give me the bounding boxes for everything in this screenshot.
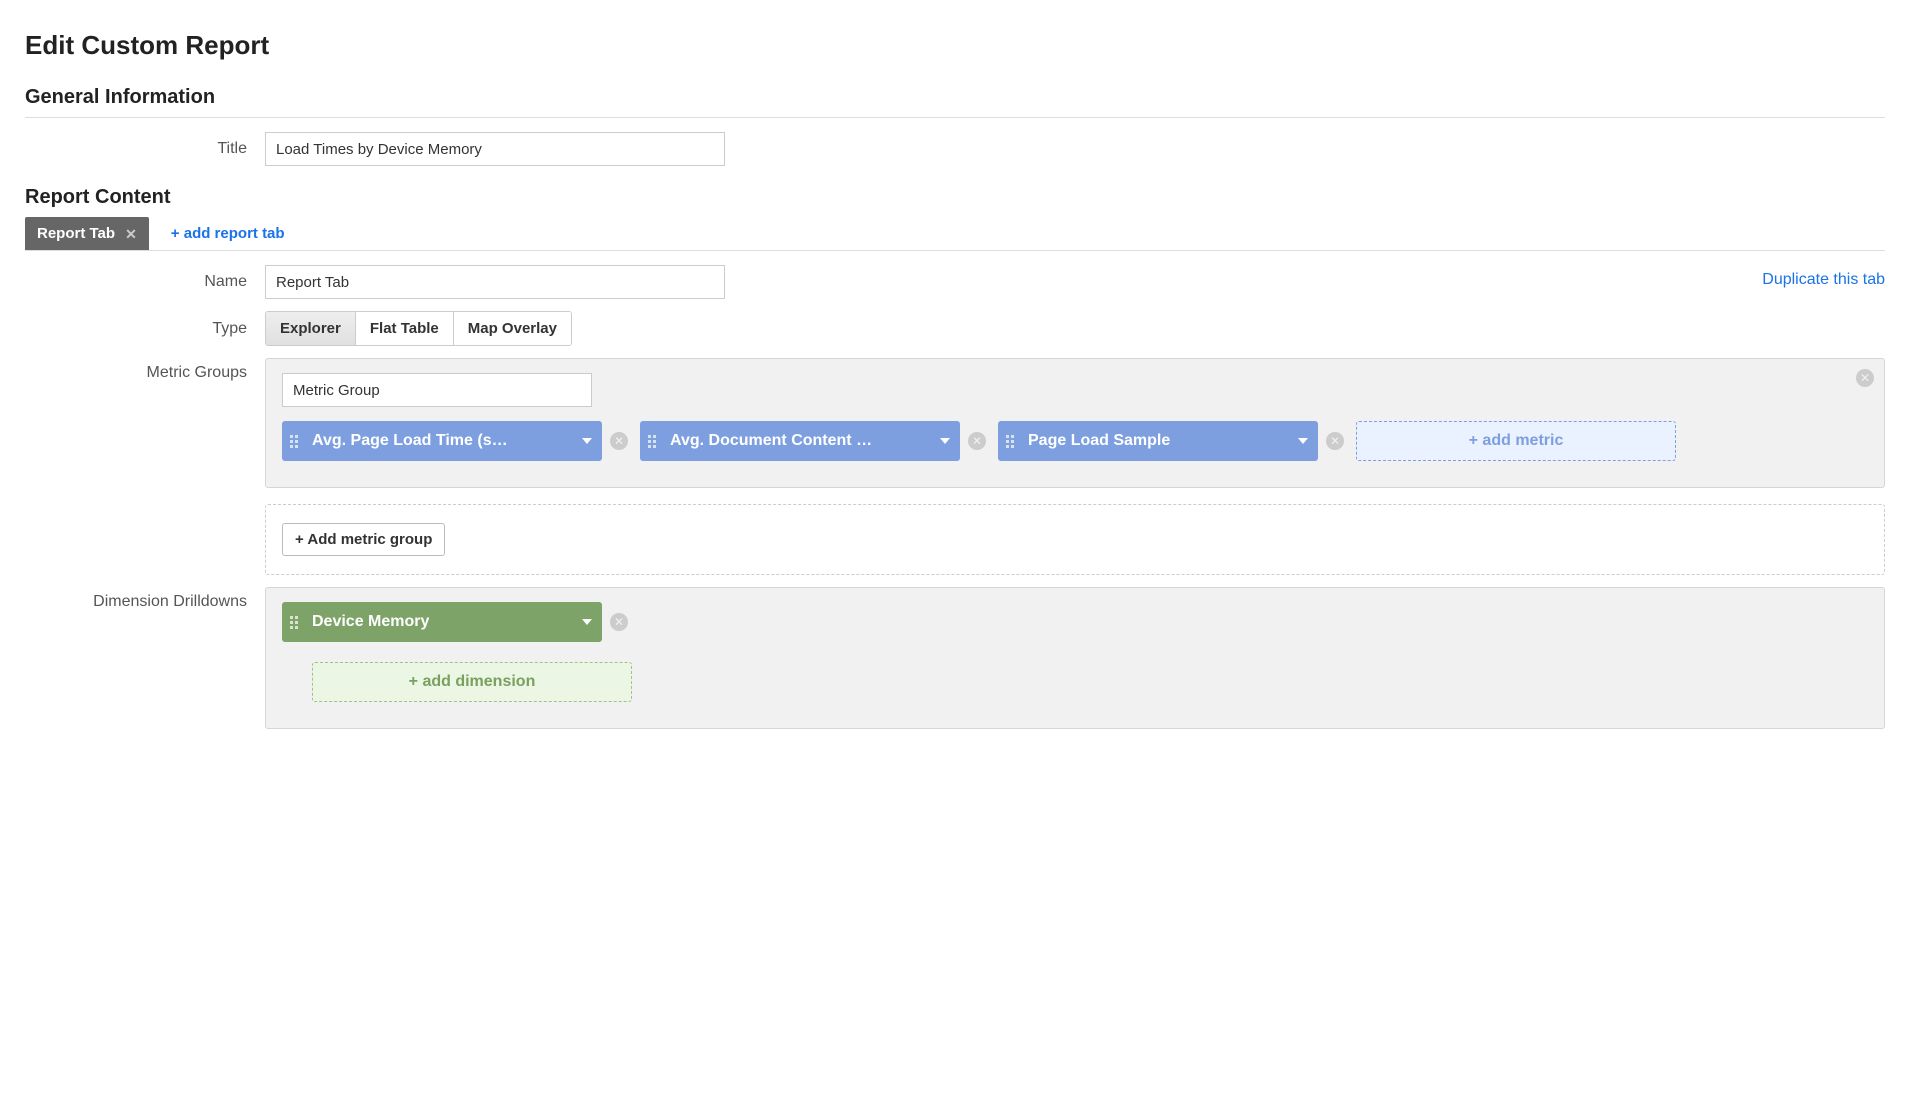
metric-chip-avg-doc-content[interactable]: Avg. Document Content …	[640, 421, 960, 461]
remove-metric-button[interactable]: ✕	[968, 432, 986, 450]
add-metric-group-panel: + Add metric group	[265, 504, 1885, 575]
tab-report[interactable]: Report Tab ✕	[25, 217, 149, 250]
metric-chip-label: Page Load Sample	[1028, 432, 1292, 450]
add-metric-group-button[interactable]: + Add metric group	[282, 523, 445, 556]
drag-handle-icon[interactable]	[1006, 432, 1018, 450]
dimension-chip-row: Device Memory ✕	[282, 602, 1868, 652]
remove-metric-button[interactable]: ✕	[1326, 432, 1344, 450]
chevron-down-icon	[940, 438, 950, 444]
chevron-down-icon	[582, 619, 592, 625]
metric-group-panel: ✕ Avg. Page Load Time (s… ✕ Avg. Documen…	[265, 358, 1885, 488]
add-report-tab-button[interactable]: + add report tab	[167, 217, 289, 250]
metric-chip-label: Avg. Page Load Time (s…	[312, 432, 576, 450]
drag-handle-icon[interactable]	[648, 432, 660, 450]
type-flat-table-button[interactable]: Flat Table	[356, 312, 454, 345]
section-general-heading: General Information	[25, 86, 1885, 109]
report-tabs-bar: Report Tab ✕ + add report tab	[25, 217, 1885, 251]
type-map-overlay-button[interactable]: Map Overlay	[454, 312, 571, 345]
metric-groups-label: Metric Groups	[25, 358, 265, 382]
drag-handle-icon[interactable]	[290, 432, 302, 450]
remove-metric-button[interactable]: ✕	[610, 432, 628, 450]
drag-handle-icon[interactable]	[290, 613, 302, 631]
title-label: Title	[25, 140, 265, 158]
add-metric-button[interactable]: + add metric	[1356, 421, 1676, 461]
page-title: Edit Custom Report	[25, 30, 1885, 61]
divider	[25, 117, 1885, 118]
dimension-chip-device-memory[interactable]: Device Memory	[282, 602, 602, 642]
name-label: Name	[25, 273, 265, 291]
add-dimension-button[interactable]: + add dimension	[312, 662, 632, 702]
metric-chip-label: Avg. Document Content …	[670, 432, 934, 450]
tab-name-input[interactable]	[265, 265, 725, 299]
type-button-group: Explorer Flat Table Map Overlay	[265, 311, 572, 346]
metric-group-name-input[interactable]	[282, 373, 592, 407]
chevron-down-icon	[582, 438, 592, 444]
section-content-heading: Report Content	[25, 186, 1885, 209]
dimension-panel: Device Memory ✕ + add dimension	[265, 587, 1885, 729]
chevron-down-icon	[1298, 438, 1308, 444]
dimension-chip-label: Device Memory	[312, 613, 576, 631]
metric-chip-page-load-sample[interactable]: Page Load Sample	[998, 421, 1318, 461]
dimension-drilldowns-label: Dimension Drilldowns	[25, 587, 265, 611]
type-explorer-button[interactable]: Explorer	[266, 312, 356, 345]
remove-metric-group-button[interactable]: ✕	[1856, 369, 1874, 387]
metric-chip-row: Avg. Page Load Time (s… ✕ Avg. Document …	[282, 421, 1868, 471]
type-label: Type	[25, 320, 265, 338]
remove-dimension-button[interactable]: ✕	[610, 613, 628, 631]
tab-report-label: Report Tab	[37, 225, 115, 242]
close-icon[interactable]: ✕	[125, 227, 137, 241]
report-title-input[interactable]	[265, 132, 725, 166]
duplicate-tab-link[interactable]: Duplicate this tab	[1762, 271, 1885, 289]
metric-chip-avg-page-load[interactable]: Avg. Page Load Time (s…	[282, 421, 602, 461]
